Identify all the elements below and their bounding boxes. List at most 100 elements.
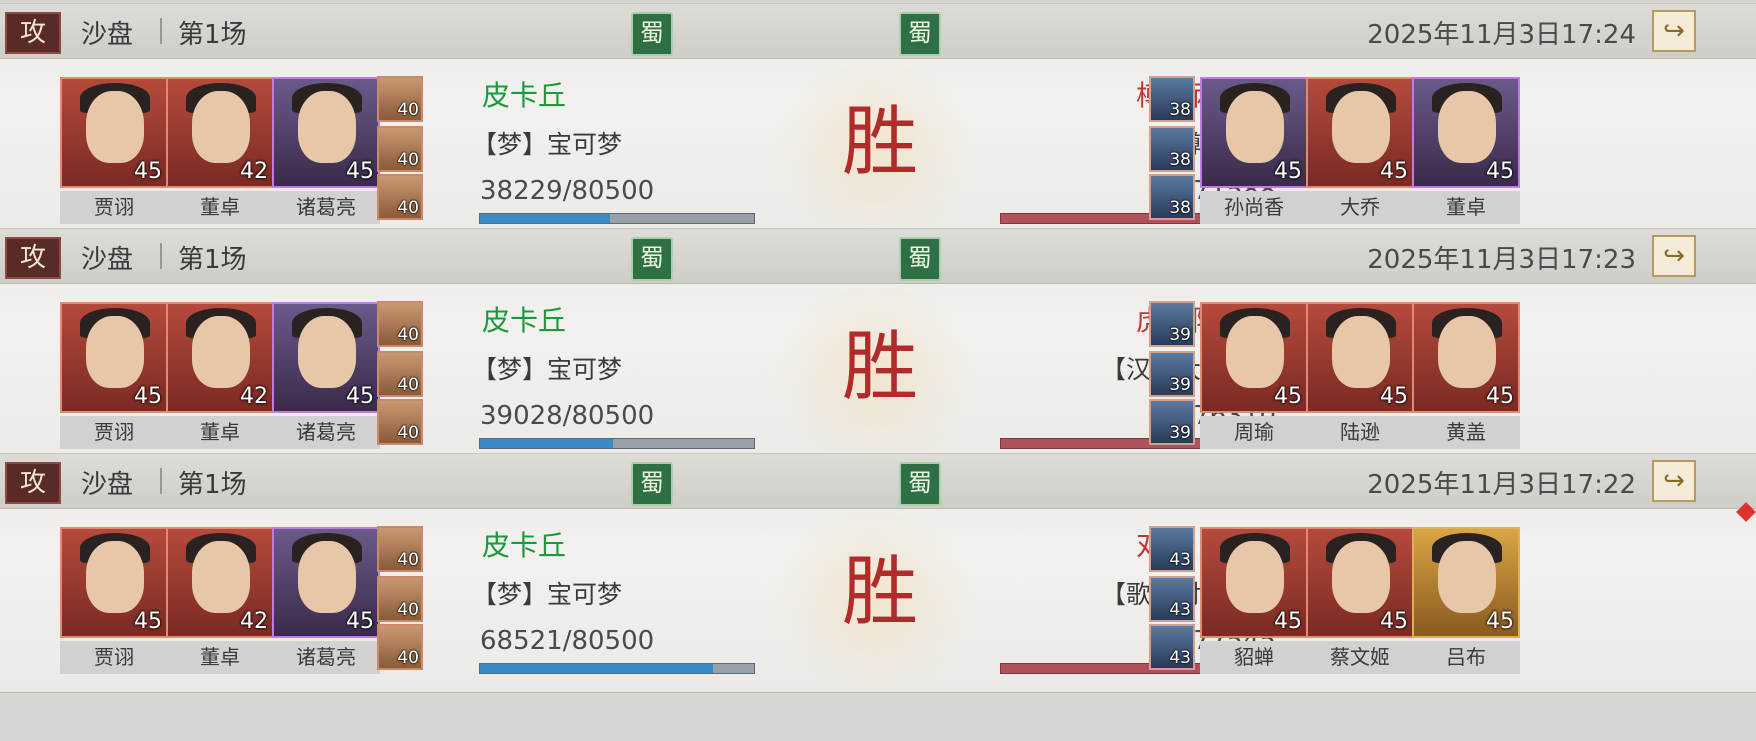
player-hero-name: 董卓 bbox=[166, 191, 274, 224]
faction-badge-right: 蜀 bbox=[899, 462, 941, 506]
enemy-hero-portrait[interactable]: 45 bbox=[1200, 302, 1308, 413]
enemy-unit-icon: 39 bbox=[1149, 301, 1195, 347]
hero-face bbox=[192, 541, 250, 613]
player-hero-name: 董卓 bbox=[166, 416, 274, 449]
enemy-hero-portrait[interactable]: 45 bbox=[1306, 302, 1414, 413]
attack-badge: 攻 bbox=[5, 12, 61, 54]
player-name[interactable]: 皮卡丘 bbox=[482, 299, 566, 339]
player-hero-portrait[interactable]: 45 bbox=[60, 77, 168, 188]
enemy-hero-portrait[interactable]: 45 bbox=[1412, 527, 1520, 638]
unit-level: 40 bbox=[397, 150, 419, 170]
hero-level: 45 bbox=[134, 384, 162, 409]
player-unit-icon: 40 bbox=[377, 126, 423, 172]
battle-result: 胜 bbox=[842, 322, 918, 411]
unit-level: 39 bbox=[1169, 423, 1191, 443]
enemy-unit-icon: 43 bbox=[1149, 576, 1195, 622]
unit-level: 38 bbox=[1169, 100, 1191, 120]
hero-face bbox=[86, 91, 144, 163]
battle-round: 第1场 bbox=[178, 20, 247, 50]
hero-face bbox=[1332, 91, 1390, 163]
battle-timestamp: 2025年11月3日17:24 bbox=[1367, 20, 1636, 50]
battle-record[interactable]: 攻沙盘 第1场蜀蜀 2025年11月3日17:22 ↪ 45 贾诩 42 董卓 45 诸葛亮 40 4… bbox=[0, 453, 1756, 693]
player-hero-portrait[interactable]: 45 bbox=[60, 302, 168, 413]
hero-face bbox=[1438, 91, 1496, 163]
player-troop-fill bbox=[480, 214, 611, 223]
battle-timestamp: 2025年11月3日17:23 bbox=[1367, 245, 1636, 275]
share-icon[interactable]: ↪ bbox=[1652, 10, 1696, 52]
enemy-unit-icon: 43 bbox=[1149, 526, 1195, 572]
player-unit-icon: 40 bbox=[377, 526, 423, 572]
record-header: 攻沙盘 第1场 蜀 蜀 2025年11月3日17:23 ↪ bbox=[0, 229, 1756, 284]
enemy-hero-portrait[interactable]: 45 bbox=[1200, 527, 1308, 638]
player-alliance: 【梦】宝可梦 bbox=[472, 355, 623, 384]
share-icon[interactable]: ↪ bbox=[1652, 460, 1696, 502]
enemy-unit-icon: 43 bbox=[1149, 624, 1195, 670]
battle-record[interactable]: 攻沙盘 第1场蜀蜀 2025年11月3日17:24 ↪ 45 贾诩 42 董卓 45 诸葛亮 40 4… bbox=[0, 3, 1756, 243]
battle-result: 胜 bbox=[842, 547, 918, 636]
enemy-hero-name: 吕布 bbox=[1412, 641, 1520, 674]
enemy-hero-portrait[interactable]: 45 bbox=[1200, 77, 1308, 188]
hero-level: 45 bbox=[346, 384, 374, 409]
hero-face bbox=[298, 541, 356, 613]
player-hero-name: 贾诩 bbox=[60, 416, 168, 449]
enemy-unit-icon: 38 bbox=[1149, 174, 1195, 220]
unit-level: 43 bbox=[1169, 550, 1191, 570]
unit-level: 40 bbox=[397, 100, 419, 120]
player-hero-name: 诸葛亮 bbox=[272, 416, 380, 449]
header-divider bbox=[160, 243, 162, 269]
player-name[interactable]: 皮卡丘 bbox=[482, 74, 566, 114]
hero-face bbox=[1332, 541, 1390, 613]
battle-mode: 沙盘 bbox=[81, 20, 134, 50]
player-alliance: 【梦】宝可梦 bbox=[472, 130, 623, 159]
faction-badge-left: 蜀 bbox=[631, 237, 673, 281]
enemy-hero-portrait[interactable]: 45 bbox=[1412, 77, 1520, 188]
hero-face bbox=[1438, 316, 1496, 388]
player-hero-portrait[interactable]: 45 bbox=[272, 527, 380, 638]
enemy-unit-icon: 38 bbox=[1149, 76, 1195, 122]
header-divider bbox=[160, 18, 162, 44]
enemy-hero-portrait[interactable]: 45 bbox=[1306, 77, 1414, 188]
hero-level: 45 bbox=[134, 609, 162, 634]
enemy-hero-name: 蔡文姬 bbox=[1306, 641, 1414, 674]
enemy-hero-portrait[interactable]: 45 bbox=[1412, 302, 1520, 413]
faction-badge-left: 蜀 bbox=[631, 12, 673, 56]
battle-mode: 沙盘 bbox=[81, 245, 134, 275]
battle-round: 第1场 bbox=[178, 245, 247, 275]
share-icon[interactable]: ↪ bbox=[1652, 235, 1696, 277]
player-hero-name: 董卓 bbox=[166, 641, 274, 674]
player-hero-name: 贾诩 bbox=[60, 191, 168, 224]
enemy-unit-icon: 38 bbox=[1149, 126, 1195, 172]
player-unit-icon: 40 bbox=[377, 76, 423, 122]
player-hero-portrait[interactable]: 42 bbox=[166, 302, 274, 413]
hero-level: 45 bbox=[346, 609, 374, 634]
player-hero-portrait[interactable]: 45 bbox=[60, 527, 168, 638]
unit-level: 39 bbox=[1169, 325, 1191, 345]
player-hero-portrait[interactable]: 42 bbox=[166, 77, 274, 188]
hero-level: 45 bbox=[1274, 159, 1302, 184]
player-hero-portrait[interactable]: 45 bbox=[272, 77, 380, 188]
hero-level: 45 bbox=[346, 159, 374, 184]
unit-level: 40 bbox=[397, 550, 419, 570]
player-name[interactable]: 皮卡丘 bbox=[482, 524, 566, 564]
enemy-hero-portrait[interactable]: 45 bbox=[1306, 527, 1414, 638]
battle-mode: 沙盘 bbox=[81, 470, 134, 500]
unit-level: 40 bbox=[397, 600, 419, 620]
battle-record[interactable]: 攻沙盘 第1场蜀蜀 2025年11月3日17:23 ↪ 45 贾诩 42 董卓 45 诸葛亮 40 4… bbox=[0, 228, 1756, 468]
unit-level: 40 bbox=[397, 375, 419, 395]
hero-level: 45 bbox=[1380, 159, 1408, 184]
hero-level: 45 bbox=[134, 159, 162, 184]
unit-level: 39 bbox=[1169, 375, 1191, 395]
unit-level: 40 bbox=[397, 423, 419, 443]
hero-level: 42 bbox=[240, 609, 268, 634]
enemy-unit-icon: 39 bbox=[1149, 351, 1195, 397]
hero-face bbox=[1226, 91, 1284, 163]
hero-face bbox=[192, 91, 250, 163]
faction-badge-right: 蜀 bbox=[899, 237, 941, 281]
unit-level: 40 bbox=[397, 648, 419, 668]
player-hero-portrait[interactable]: 45 bbox=[272, 302, 380, 413]
hero-face bbox=[1438, 541, 1496, 613]
player-troop-fill bbox=[480, 439, 613, 448]
player-unit-icon: 40 bbox=[377, 399, 423, 445]
player-hero-portrait[interactable]: 42 bbox=[166, 527, 274, 638]
player-hero-name: 诸葛亮 bbox=[272, 191, 380, 224]
